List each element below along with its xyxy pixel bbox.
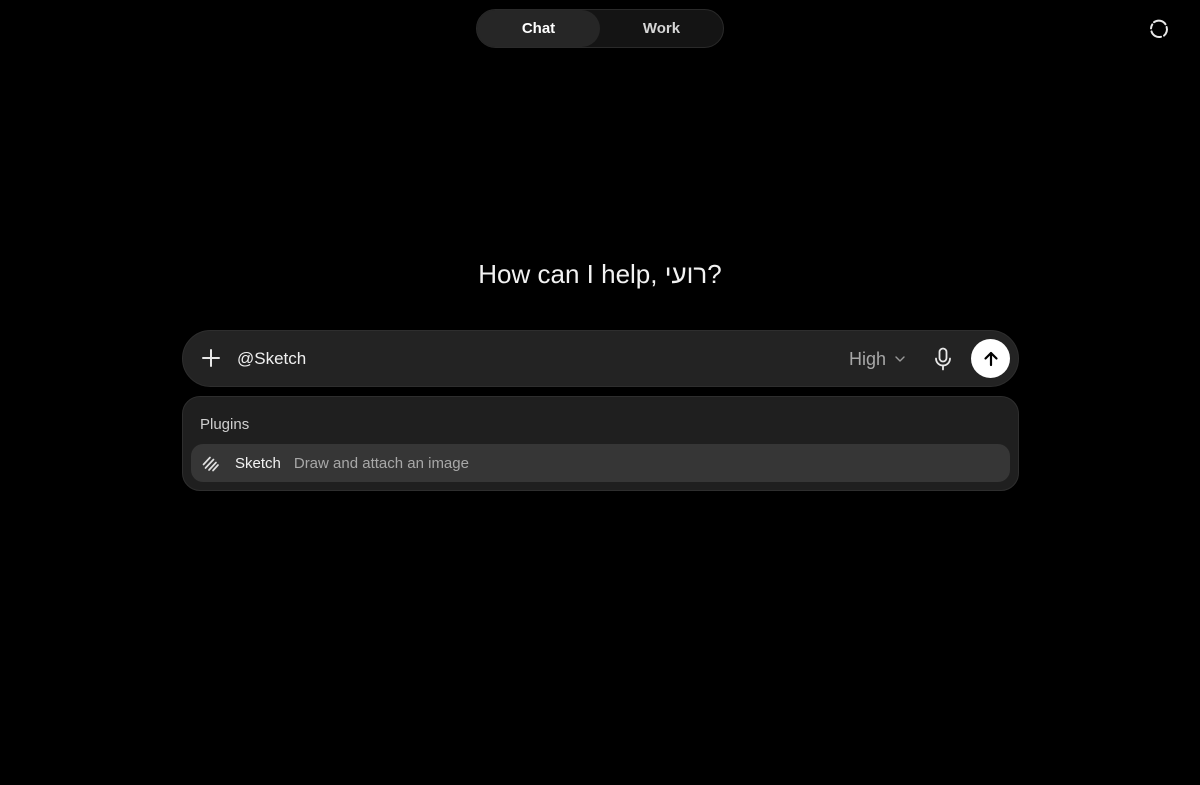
model-effort-label: High xyxy=(849,348,887,369)
tab-work[interactable]: Work xyxy=(600,10,723,47)
tab-chat[interactable]: Chat xyxy=(477,10,600,47)
microphone-icon xyxy=(935,347,951,371)
chevron-down-icon xyxy=(895,356,905,362)
attach-button[interactable] xyxy=(199,346,223,370)
mode-toggle: Chat Work xyxy=(476,9,724,48)
greeting-heading: How can I help, רועי? xyxy=(478,259,722,289)
chat-composer: High xyxy=(182,330,1019,387)
plugin-name: Sketch xyxy=(235,454,281,472)
sketch-scribble-icon xyxy=(201,453,221,473)
app-window: Chat Work How can I help, רועי? High xyxy=(0,0,1200,785)
send-button[interactable] xyxy=(971,339,1010,378)
voice-input-button[interactable] xyxy=(931,346,955,372)
plugin-description: Draw and attach an image xyxy=(293,454,469,472)
model-effort-dropdown[interactable]: High xyxy=(849,347,906,371)
plugin-item-sketch[interactable]: Sketch Draw and attach an image xyxy=(191,444,1010,482)
refresh-loop-button[interactable] xyxy=(1146,16,1172,42)
plugins-heading: Plugins xyxy=(200,416,250,433)
arrow-up-icon xyxy=(983,351,998,366)
plus-icon xyxy=(202,349,220,367)
plugins-dropdown: Plugins Sketch Draw and attach an image xyxy=(182,396,1019,491)
message-input[interactable] xyxy=(237,345,797,373)
refresh-loop-icon xyxy=(1150,19,1168,39)
